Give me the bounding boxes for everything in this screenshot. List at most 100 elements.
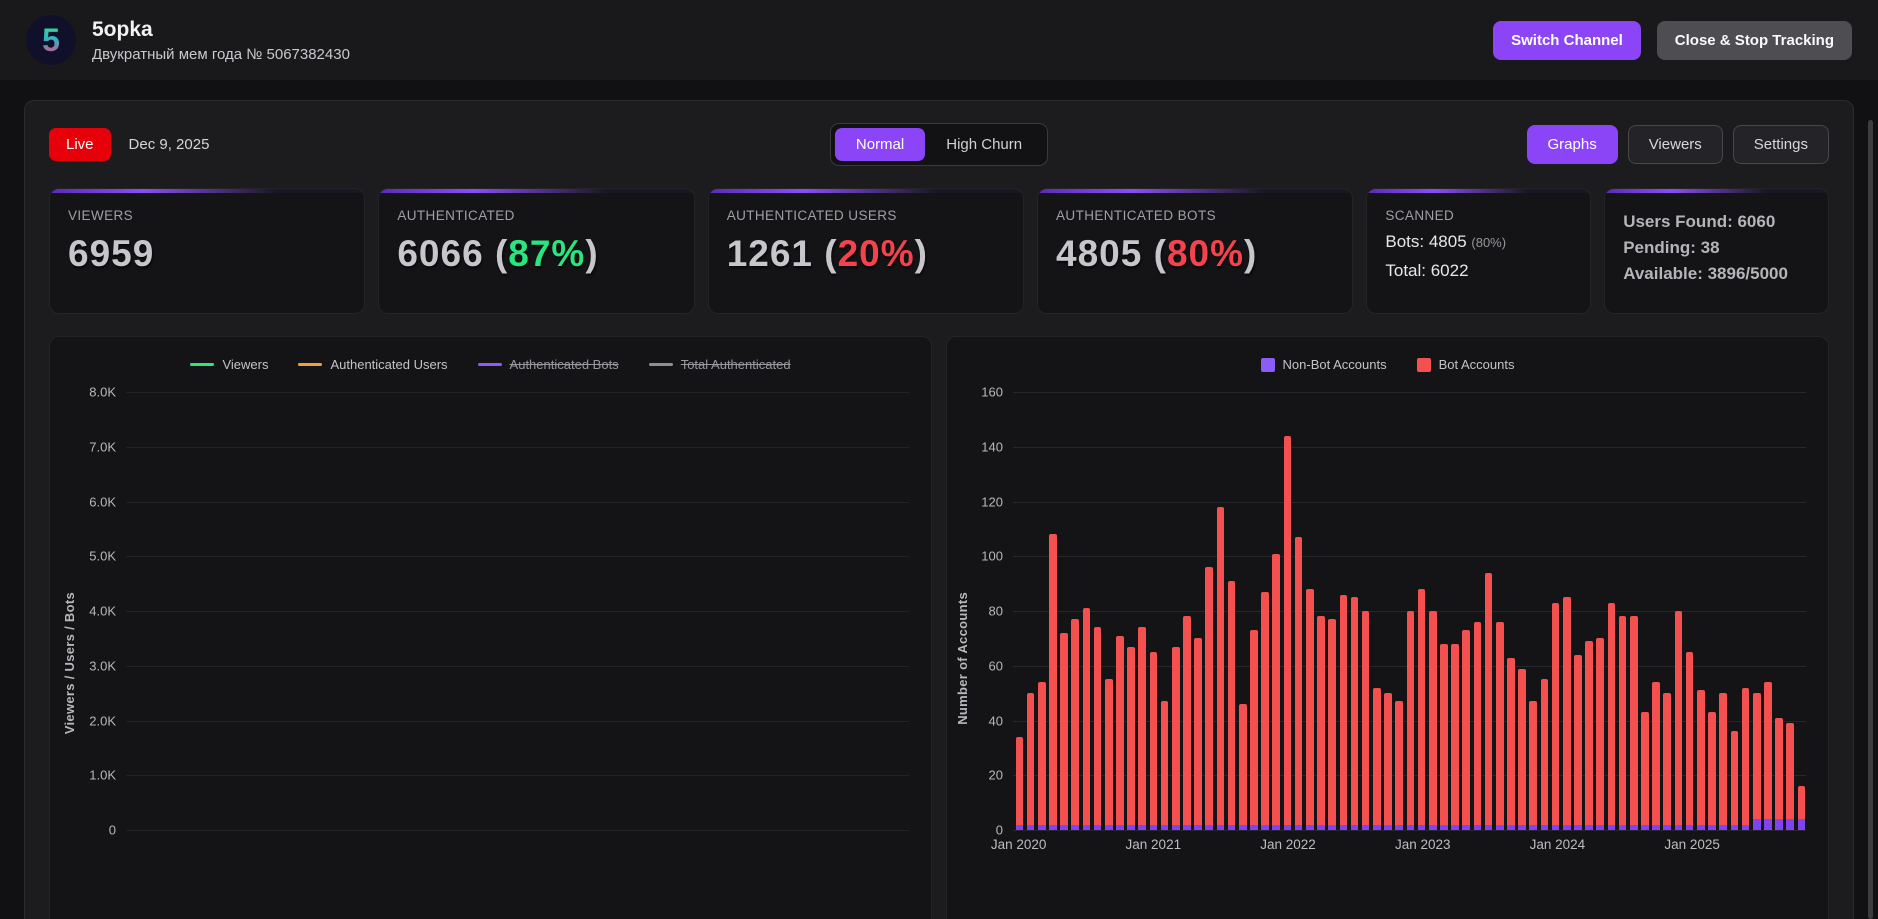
bar[interactable]: [1417, 392, 1426, 830]
bar[interactable]: [1183, 392, 1192, 830]
bar[interactable]: [1674, 392, 1683, 830]
legend-item[interactable]: Viewers: [190, 357, 268, 372]
bar[interactable]: [1652, 392, 1661, 830]
bar[interactable]: [1238, 392, 1247, 830]
bar[interactable]: [1741, 392, 1750, 830]
bar[interactable]: [1495, 392, 1504, 830]
bar[interactable]: [1585, 392, 1594, 830]
bar[interactable]: [1629, 392, 1638, 830]
bar[interactable]: [1216, 392, 1225, 830]
bar[interactable]: [1730, 392, 1739, 830]
bar[interactable]: [1775, 392, 1784, 830]
bar[interactable]: [1395, 392, 1404, 830]
bar[interactable]: [1138, 392, 1147, 830]
nonbot-bar-segment: [1395, 824, 1403, 830]
bar[interactable]: [1562, 392, 1571, 830]
bot-bar-segment: [1462, 630, 1471, 830]
bar[interactable]: [1294, 392, 1303, 830]
bar[interactable]: [1428, 392, 1437, 830]
bar[interactable]: [1205, 392, 1214, 830]
bot-bar-segment: [1350, 597, 1359, 830]
bar[interactable]: [1093, 392, 1102, 830]
bar[interactable]: [1049, 392, 1058, 830]
bar[interactable]: [1350, 392, 1359, 830]
channel-avatar: 5: [26, 15, 76, 65]
bar[interactable]: [1250, 392, 1259, 830]
bar[interactable]: [1037, 392, 1046, 830]
bar[interactable]: [1596, 392, 1605, 830]
bar[interactable]: [1540, 392, 1549, 830]
bar[interactable]: [1473, 392, 1482, 830]
bar[interactable]: [1507, 392, 1516, 830]
bar[interactable]: [1272, 392, 1281, 830]
bar[interactable]: [1797, 392, 1806, 830]
bar[interactable]: [1685, 392, 1694, 830]
bar[interactable]: [1551, 392, 1560, 830]
bar[interactable]: [1451, 392, 1460, 830]
gridline: [126, 775, 909, 777]
legend-item[interactable]: Non-Bot Accounts: [1260, 357, 1387, 372]
bar[interactable]: [1574, 392, 1583, 830]
channel-subtitle: Двукратный мем года № 5067382430: [92, 45, 350, 63]
legend-item[interactable]: Bot Accounts: [1416, 357, 1514, 372]
bar[interactable]: [1361, 392, 1370, 830]
bar[interactable]: [1764, 392, 1773, 830]
bar[interactable]: [1440, 392, 1449, 830]
bar[interactable]: [1529, 392, 1538, 830]
tab-settings[interactable]: Settings: [1732, 125, 1829, 164]
bar[interactable]: [1261, 392, 1270, 830]
tab-graphs[interactable]: Graphs: [1526, 125, 1618, 164]
bar[interactable]: [1708, 392, 1717, 830]
bar[interactable]: [1227, 392, 1236, 830]
bar[interactable]: [1696, 392, 1705, 830]
bar[interactable]: [1641, 392, 1650, 830]
bar[interactable]: [1104, 392, 1113, 830]
bar[interactable]: [1194, 392, 1203, 830]
bar[interactable]: [1060, 392, 1069, 830]
legend-item[interactable]: Total Authenticated: [648, 357, 791, 372]
bar[interactable]: [1518, 392, 1527, 830]
bot-bar-segment: [1574, 654, 1582, 830]
tab-viewers[interactable]: Viewers: [1627, 125, 1723, 164]
legend-label: Non-Bot Accounts: [1282, 357, 1387, 372]
bar[interactable]: [1786, 392, 1795, 830]
bar[interactable]: [1462, 392, 1471, 830]
bar[interactable]: [1618, 392, 1627, 830]
nonbot-bar-segment: [1060, 824, 1068, 830]
switch-channel-button[interactable]: Switch Channel: [1493, 20, 1641, 60]
mode-high-churn-button[interactable]: High Churn: [925, 128, 1043, 161]
legend-item[interactable]: Authenticated Users: [298, 357, 448, 372]
bar[interactable]: [1171, 392, 1180, 830]
bar[interactable]: [1663, 392, 1672, 830]
live-badge[interactable]: Live: [49, 128, 111, 161]
bar[interactable]: [1752, 392, 1761, 830]
bar[interactable]: [1384, 392, 1393, 830]
bot-bar-segment: [1752, 693, 1761, 830]
close-stop-tracking-button[interactable]: Close & Stop Tracking: [1656, 20, 1852, 60]
bar[interactable]: [1082, 392, 1091, 830]
bar[interactable]: [1328, 392, 1337, 830]
bar[interactable]: [1607, 392, 1616, 830]
bar[interactable]: [1317, 392, 1326, 830]
legend-item[interactable]: Authenticated Bots: [477, 357, 619, 372]
bar[interactable]: [1116, 392, 1125, 830]
bot-bar-segment: [1015, 736, 1024, 830]
bar[interactable]: [1719, 392, 1728, 830]
bar[interactable]: [1026, 392, 1035, 830]
bar[interactable]: [1071, 392, 1080, 830]
bar[interactable]: [1406, 392, 1415, 830]
bar[interactable]: [1484, 392, 1493, 830]
bar[interactable]: [1305, 392, 1314, 830]
mode-normal-button[interactable]: Normal: [834, 128, 926, 161]
bar[interactable]: [1015, 392, 1024, 830]
bar[interactable]: [1149, 392, 1158, 830]
nonbot-bar-segment: [1350, 824, 1359, 830]
bar[interactable]: [1160, 392, 1169, 830]
bar[interactable]: [1127, 392, 1136, 830]
vertical-scrollbar[interactable]: [1868, 120, 1873, 919]
bar[interactable]: [1283, 392, 1292, 830]
bot-bar-segment: [1384, 693, 1392, 830]
bot-bar-segment: [1607, 602, 1616, 830]
bar[interactable]: [1373, 392, 1382, 830]
bar[interactable]: [1339, 392, 1348, 830]
